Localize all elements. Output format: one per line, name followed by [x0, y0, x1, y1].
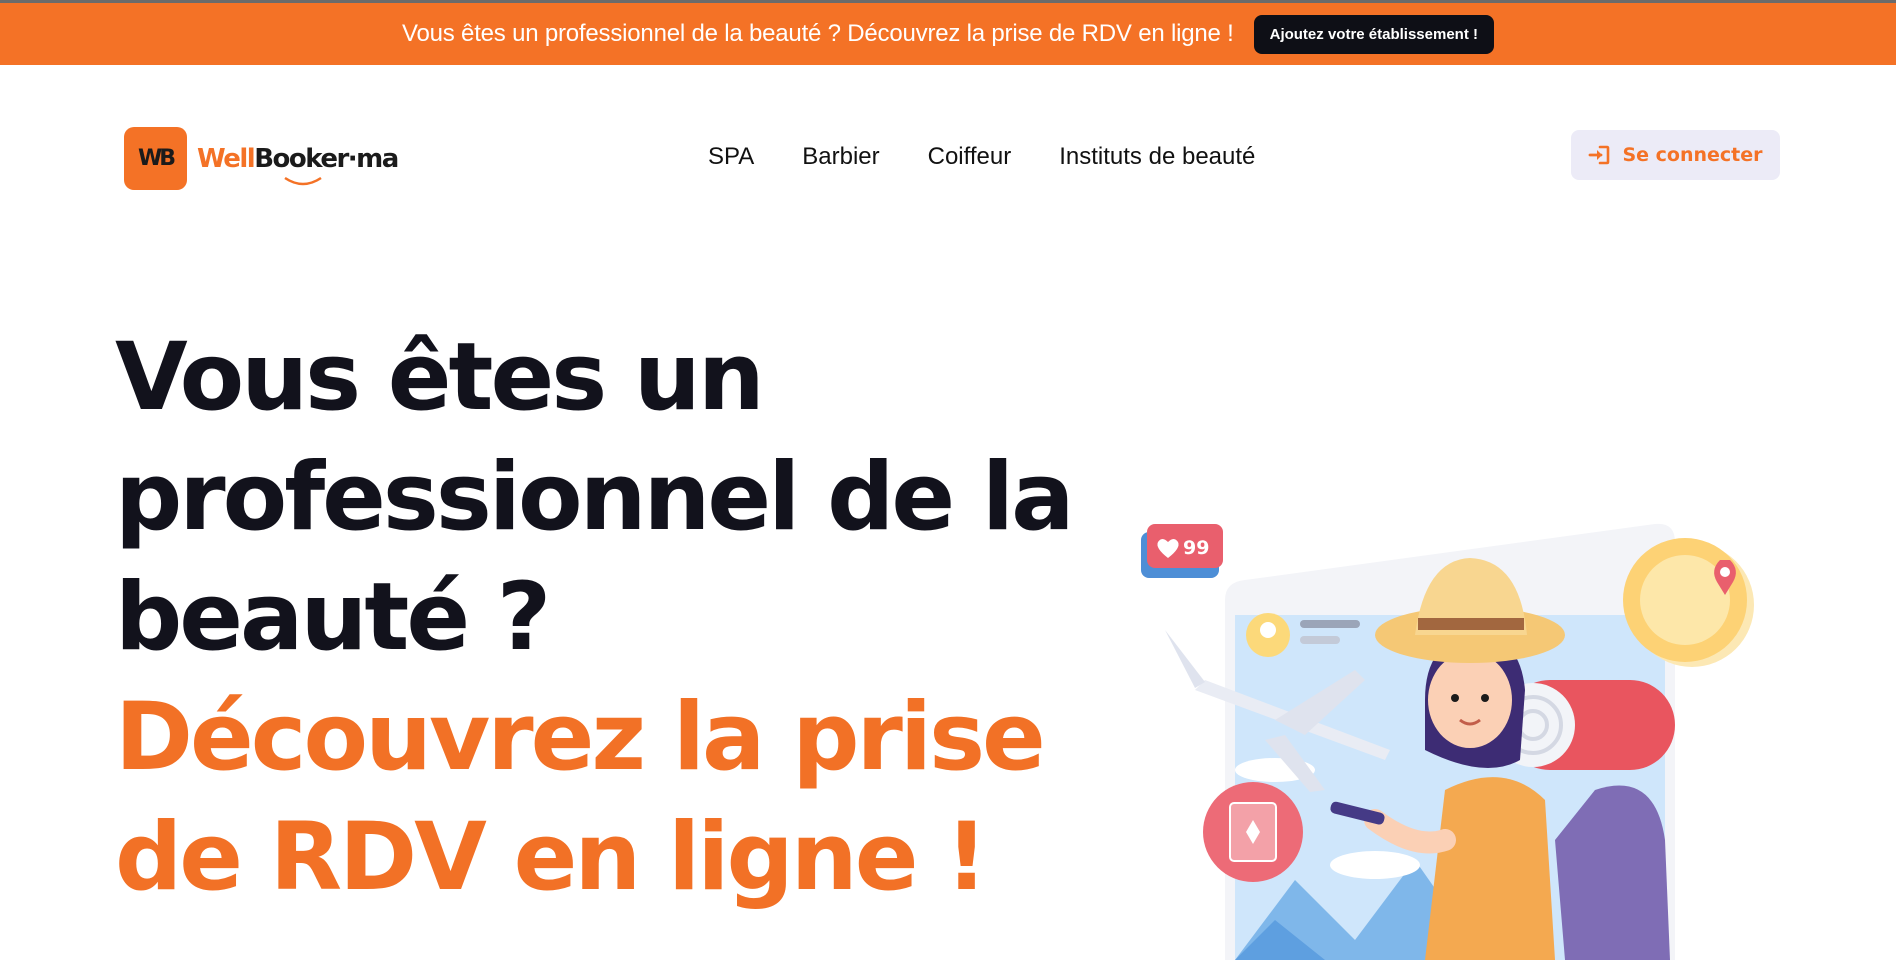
logo-badge: WB — [124, 127, 187, 190]
site-logo[interactable]: WB WellBooker·ma — [124, 127, 399, 190]
hero-line: Vous êtes un — [115, 323, 765, 432]
ticket-bubble — [1203, 782, 1303, 882]
hero-highlight-line: de RDV en ligne ! — [115, 803, 988, 912]
nav-item-spa[interactable]: SPA — [708, 143, 754, 171]
logo-word-orange: Well — [197, 143, 256, 174]
hero-line: professionnel de la — [115, 443, 1075, 552]
likes-count: 99 — [1183, 537, 1209, 559]
add-establishment-button[interactable]: Ajoutez votre établissement ! — [1253, 14, 1494, 54]
announcement-bar: Vous êtes un professionnel de la beauté … — [0, 0, 1896, 65]
main-nav: SPA Barbier Coiffeur Instituts de beauté — [708, 143, 1255, 171]
nav-item-instituts[interactable]: Instituts de beauté — [1059, 143, 1255, 171]
login-button[interactable]: Se connecter — [1571, 130, 1780, 180]
likes-bubble: 99 — [1141, 524, 1223, 578]
traveler-illustration: 99 — [1141, 523, 1754, 960]
logo-swoosh-icon — [284, 176, 322, 185]
nav-item-barbier[interactable]: Barbier — [802, 143, 879, 171]
hero-heading: Vous êtes un professionnel de la beauté … — [115, 318, 1095, 918]
nav-item-coiffeur[interactable]: Coiffeur — [928, 143, 1012, 171]
logo-word-dark: Booker·ma — [254, 143, 399, 174]
logo-wordmark: WellBooker·ma — [197, 143, 399, 185]
sign-in-icon — [1589, 145, 1610, 165]
site-header: WB WellBooker·ma SPA Barbier Coiffeur In… — [0, 65, 1896, 245]
announcement-text: Vous êtes un professionnel de la beauté … — [402, 20, 1234, 47]
login-label: Se connecter — [1622, 144, 1763, 166]
hero-highlight-line: Découvrez la prise — [115, 683, 1046, 792]
hero-line: beauté ? — [115, 563, 551, 672]
